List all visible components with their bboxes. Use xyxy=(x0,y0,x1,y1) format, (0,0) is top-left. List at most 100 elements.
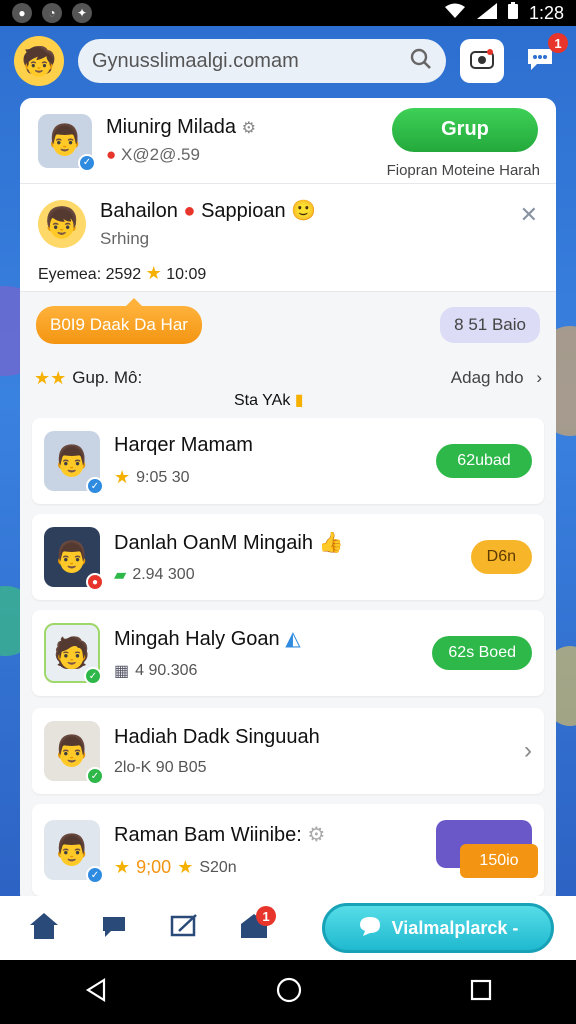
verified-icon: ✓ xyxy=(86,767,104,785)
back-icon[interactable] xyxy=(84,977,108,1007)
item-action-stack: 150io xyxy=(432,820,538,880)
cta-button[interactable]: Vialmalplarck - xyxy=(322,903,554,953)
camera-icon xyxy=(469,48,495,75)
store-badge: 1 xyxy=(256,906,276,926)
chat-tab[interactable] xyxy=(92,906,136,950)
compose-icon xyxy=(169,913,199,944)
profile-name: Miunirg Milada ⚙ xyxy=(106,116,256,138)
main-panel: 👨 ✓ Miunirg Milada ⚙ ● X@2@.59 Grup Fiop… xyxy=(20,98,556,906)
gear-icon: ⚙ xyxy=(307,824,326,846)
item-avatar: 👨 ✓ xyxy=(44,721,104,785)
friend-card: 👦 Bahailon ● Sappioan 🙂 Srhing ✕ Eyemea:… xyxy=(20,184,556,292)
list-item[interactable]: 👨 ✓ Harqer Mamam ★ 9:05 30 62ubad xyxy=(32,418,544,504)
emoji-icon: 🙂 xyxy=(291,200,317,222)
chat-badge: 1 xyxy=(548,33,568,53)
chat-bubble-icon xyxy=(358,915,382,942)
speech-icon xyxy=(99,913,129,944)
list-item[interactable]: 👨 ✓ Hadiah Dadk Singuuah 2lo-K 90 B05 › xyxy=(32,708,544,794)
battery-icon xyxy=(507,1,519,25)
chevron-right-icon: › xyxy=(536,368,542,387)
top-bar: 🧒 1 xyxy=(0,26,576,96)
star-icon: ★ xyxy=(177,857,194,877)
star-icon: ★ xyxy=(114,467,131,487)
bottom-tab-bar: 1 Vialmalplarck - xyxy=(0,896,576,960)
clock: 1:28 xyxy=(528,2,564,23)
story-button[interactable] xyxy=(460,39,504,83)
see-more-link[interactable]: Adag hdo › xyxy=(451,368,542,388)
sync-icon: ◔ xyxy=(42,3,62,23)
purple-chip[interactable]: 8 51 Baio xyxy=(440,307,540,343)
profile-sub: ● X@2@.59 xyxy=(106,145,200,164)
search-icon[interactable] xyxy=(410,48,432,75)
trophy-icon: ▮ xyxy=(294,392,304,409)
item-name: Hadiah Dadk Singuuah xyxy=(114,725,320,748)
item-name: Raman Bam Wiinibe: ⚙ xyxy=(114,824,326,846)
group-caption: Fiopran Moteine Harah xyxy=(386,162,540,179)
recents-icon[interactable] xyxy=(470,979,492,1006)
thumbs-up-icon: 👍 xyxy=(318,531,344,554)
card-icon: ▦ xyxy=(114,662,130,680)
signal-icon xyxy=(475,2,497,24)
item-name: Mingah Haly Goan ◭ xyxy=(114,627,301,650)
item-action-button[interactable]: 150io xyxy=(460,844,538,878)
item-avatar: 🧑 ✓ xyxy=(44,623,102,685)
friend-name: Bahailon ● Sappioan 🙂 xyxy=(100,200,317,222)
alert-icon: ● xyxy=(183,200,196,222)
live-icon: ● xyxy=(86,573,104,591)
status-bar: ● ◔ ✦ 1:28 xyxy=(0,0,576,26)
item-avatar: 👨 ● xyxy=(44,527,104,591)
search-bar[interactable] xyxy=(78,39,446,83)
compose-tab[interactable] xyxy=(162,906,206,950)
chevron-right-icon[interactable]: › xyxy=(524,737,532,765)
app-screen: 🧒 1 👨 ✓ Miunirg Milada ⚙ ● X@2 xyxy=(0,26,576,960)
star-icon: ★ xyxy=(114,857,131,877)
stars-icon: ★★ xyxy=(34,367,67,388)
notification-icon: ● xyxy=(12,3,32,23)
heart-icon: ● xyxy=(106,145,117,164)
search-input[interactable] xyxy=(92,49,402,73)
home-icon xyxy=(28,911,60,946)
home-nav-icon[interactable] xyxy=(276,977,302,1008)
group-button[interactable]: Grup xyxy=(392,107,538,152)
overlay-note: Sta YAk ▮ xyxy=(234,392,304,409)
item-meta: ▦ 4 90.306 xyxy=(114,661,198,680)
item-avatar: 👨 ✓ xyxy=(44,820,104,884)
app-notification-icon: ✦ xyxy=(72,3,92,23)
profile-avatar[interactable]: 👨 ✓ xyxy=(38,113,96,172)
list-item[interactable]: 👨 ● Danlah OanM Mingaih 👍 ▰ 2.94 300 D6n xyxy=(32,514,544,600)
item-action-button[interactable]: 62s Boed xyxy=(432,636,532,670)
store-tab[interactable]: 1 xyxy=(232,906,276,950)
list-title: Gup. Mô: xyxy=(72,368,143,387)
badge-icon: ◭ xyxy=(285,627,301,650)
verified-icon: ✓ xyxy=(86,866,104,884)
verified-icon: ✓ xyxy=(78,153,96,172)
verified-icon: ✓ xyxy=(84,667,102,685)
orange-chip[interactable]: B0I9 Daak Da Har xyxy=(36,298,202,344)
item-meta: 2lo-K 90 B05 xyxy=(114,758,207,776)
chip-row: B0I9 Daak Da Har 8 51 Baio xyxy=(20,292,556,358)
list-item[interactable]: 🧑 ✓ Mingah Haly Goan ◭ ▦ 4 90.306 62s Boed xyxy=(32,610,544,696)
item-meta: ★ 9;00 ★ S20n xyxy=(114,857,237,877)
home-tab[interactable] xyxy=(22,906,66,950)
friend-sub: Srhing xyxy=(100,229,150,248)
star-icon: ★ xyxy=(145,263,162,283)
wifi-icon xyxy=(444,3,465,24)
item-avatar: 👨 ✓ xyxy=(44,431,104,495)
system-nav-bar xyxy=(0,960,576,1024)
item-name: Harqer Mamam xyxy=(114,434,253,456)
item-name: Danlah OanM Mingaih 👍 xyxy=(114,531,344,554)
list-item[interactable]: 👨 ✓ Raman Bam Wiinibe: ⚙ ★ 9;00 ★ S20n 150i… xyxy=(32,804,544,896)
item-meta: ★ 9:05 30 xyxy=(114,467,190,487)
profile-card: 👨 ✓ Miunirg Milada ⚙ ● X@2@.59 Grup Fiop… xyxy=(20,98,556,184)
item-action-button[interactable]: 62ubad xyxy=(436,444,532,478)
close-icon[interactable]: ✕ xyxy=(520,202,538,228)
settings-icon[interactable]: ⚙ xyxy=(242,120,256,137)
flag-icon: ▰ xyxy=(114,566,127,584)
item-meta: ▰ 2.94 300 xyxy=(114,565,195,584)
chat-button[interactable]: 1 xyxy=(518,33,568,83)
item-action-button[interactable]: D6n xyxy=(470,540,532,574)
friend-info: Eyemea: 2592 ★ 10:09 xyxy=(38,263,207,283)
verified-icon: ✓ xyxy=(86,477,104,495)
app-logo[interactable]: 🧒 xyxy=(14,36,64,86)
friend-avatar[interactable]: 👦 xyxy=(38,199,86,248)
